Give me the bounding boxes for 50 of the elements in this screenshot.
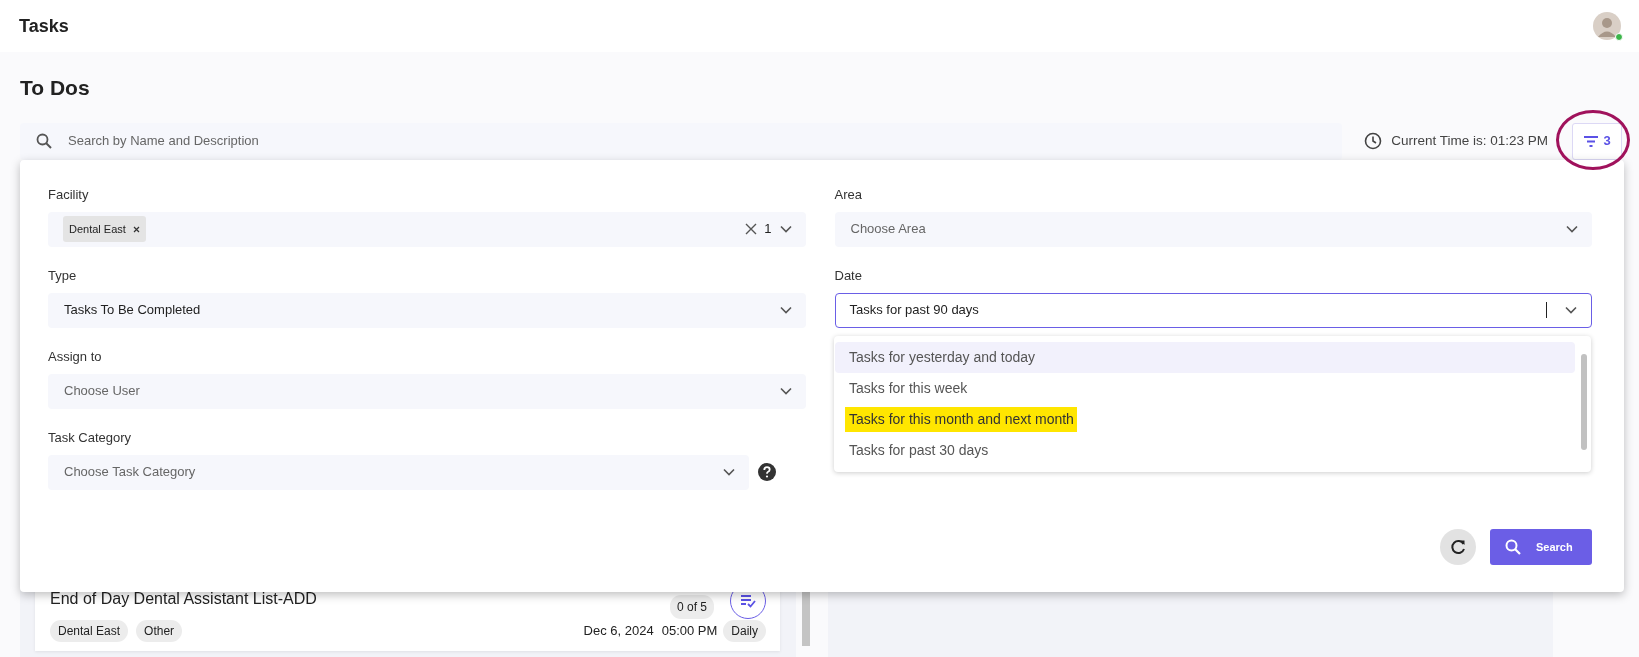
search-field[interactable]: Search by Name and Description	[20, 122, 1343, 160]
due-date: Dec 6, 2024	[583, 621, 654, 640]
filter-icon	[1583, 134, 1600, 148]
tag: Other	[136, 619, 183, 642]
dropdown-option[interactable]: Tasks for this week	[835, 373, 1575, 404]
search-icon	[1505, 539, 1521, 555]
chevron-down-icon[interactable]	[779, 225, 792, 233]
chevron-down-icon[interactable]	[1566, 225, 1578, 233]
refresh-icon	[1450, 539, 1466, 555]
tag: Dental East	[50, 619, 129, 642]
chevron-down-icon[interactable]	[779, 387, 792, 395]
search-icon	[36, 133, 52, 149]
filter-chip[interactable]: Dental East	[63, 215, 146, 243]
dropdown-option[interactable]: Tasks for this month and next month	[835, 404, 1575, 435]
select-field[interactable]: Choose Task Category	[48, 454, 749, 490]
field-label: Date	[834, 267, 863, 285]
progress-count: 0 of 5	[669, 594, 714, 619]
field-label: Area	[834, 186, 863, 204]
current-time: Current Time is: 01:23 PM	[1391, 131, 1548, 150]
due-time: 05:00 PM	[661, 621, 718, 640]
search-button[interactable]: Search	[1490, 529, 1592, 565]
select-field[interactable]: Tasks for past 90 days	[834, 292, 1592, 328]
page-title: To Dos	[20, 75, 91, 101]
search-input[interactable]: Search by Name and Description	[66, 130, 1343, 152]
clear-icon[interactable]	[745, 223, 758, 235]
chevron-down-icon[interactable]	[779, 306, 792, 314]
avatar[interactable]	[1593, 12, 1621, 40]
help-icon[interactable]	[758, 463, 776, 481]
field-label: Task Category	[48, 429, 133, 447]
select-field[interactable]: Choose Area	[834, 211, 1592, 247]
multi-select-field[interactable]: Dental East 1	[48, 211, 806, 247]
remove-icon[interactable]	[132, 225, 140, 233]
scrollbar[interactable]	[1581, 354, 1587, 450]
chevron-down-icon[interactable]	[1565, 306, 1577, 314]
dropdown-option[interactable]: Tasks for yesterday and today	[835, 342, 1575, 373]
dropdown-option[interactable]: Tasks for past 30 days	[835, 435, 1575, 466]
app-title: Tasks	[19, 14, 69, 38]
field-label: Facility	[48, 186, 90, 204]
frequency-tag: Daily	[723, 619, 766, 642]
chevron-down-icon[interactable]	[723, 468, 735, 476]
select-field[interactable]: Choose User	[48, 373, 806, 409]
checklist-icon	[740, 593, 756, 608]
selected-count: 1	[764, 220, 772, 239]
field-label: Type	[48, 267, 78, 285]
field-label: Assign to	[48, 348, 103, 366]
clock-icon	[1364, 132, 1383, 150]
refresh-button[interactable]	[1440, 529, 1476, 565]
filter-button[interactable]: 3	[1572, 122, 1622, 160]
select-field[interactable]: Tasks To Be Completed	[48, 292, 806, 328]
task-title: End of Day Dental Assistant List-ADD	[50, 588, 318, 609]
